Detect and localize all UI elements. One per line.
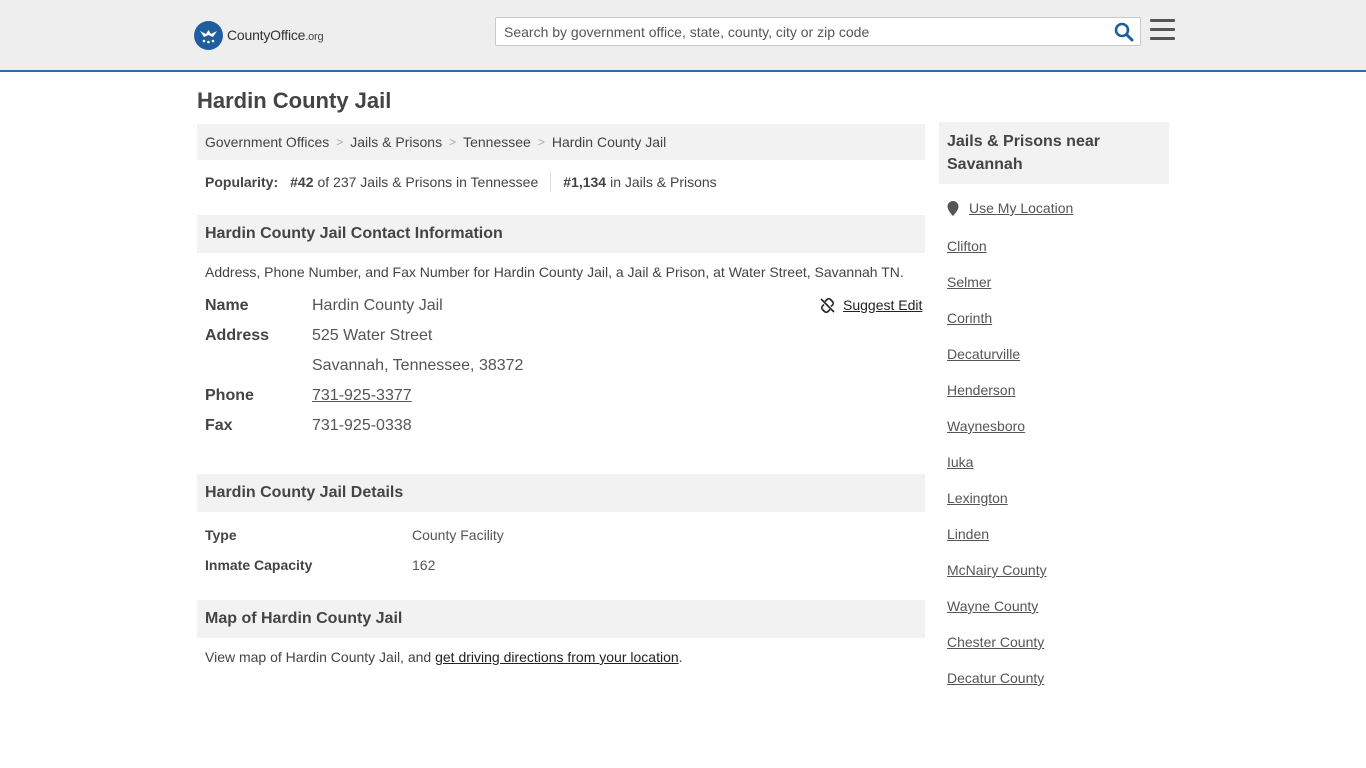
nearby-link[interactable]: Henderson [947, 382, 1016, 398]
details-heading: Hardin County Jail Details [197, 474, 925, 512]
breadcrumb-current[interactable]: Hardin County Jail [552, 134, 666, 150]
popularity-divider [550, 172, 552, 192]
list-item: McNairy County [947, 560, 1047, 596]
breadcrumb: Government Offices > Jails & Prisons > T… [197, 124, 925, 160]
nearby-link[interactable]: Decaturville [947, 346, 1020, 362]
list-item: Chester County [947, 632, 1047, 668]
list-item: Corinth [947, 308, 1047, 344]
use-my-location-label: Use My Location [969, 200, 1074, 216]
detail-row-capacity: Inmate Capacity 162 [205, 555, 435, 575]
state-rank-text: of 237 Jails & Prisons in Tennessee [317, 174, 539, 190]
address-line2: Savannah, Tennessee, 38372 [312, 357, 524, 374]
breadcrumb-tennessee[interactable]: Tennessee [463, 134, 531, 150]
chevron-right-icon: > [537, 135, 545, 149]
contact-row-fax: Fax 731-925-0338 [205, 415, 412, 437]
type-label: Type [205, 527, 237, 543]
list-item: Selmer [947, 272, 1047, 308]
search-input[interactable] [496, 18, 1106, 45]
nearby-link[interactable]: McNairy County [947, 562, 1047, 578]
national-rank: #1,134 [563, 174, 607, 190]
search-bar [495, 17, 1141, 46]
logo-wordmark: CountyOffice.org [227, 27, 324, 43]
state-rank: #42 [290, 174, 314, 190]
contact-row-address: Address 525 Water Street [205, 325, 432, 347]
chevron-right-icon: > [336, 135, 344, 149]
logo-tld-text: .org [305, 31, 324, 43]
nearby-link[interactable]: Iuka [947, 454, 973, 470]
fax-label: Fax [205, 417, 233, 434]
fax-value: 731-925-0338 [312, 417, 412, 434]
national-rank-text: in Jails & Prisons [610, 174, 717, 190]
search-button[interactable] [1114, 22, 1134, 42]
broken-link-icon [820, 297, 835, 313]
popularity-bar: Popularity: #42 of 237 Jails & Prisons i… [205, 172, 717, 192]
list-item: Linden [947, 524, 1047, 560]
hamburger-menu-icon[interactable] [1150, 19, 1175, 41]
suggest-edit-link[interactable]: Suggest Edit [820, 297, 922, 313]
contact-heading: Hardin County Jail Contact Information [197, 215, 925, 253]
nearby-link[interactable]: Linden [947, 526, 989, 542]
list-item: Decaturville [947, 344, 1047, 380]
breadcrumb-government-offices[interactable]: Government Offices [205, 134, 329, 150]
phone-label: Phone [205, 387, 254, 404]
nearby-link[interactable]: Clifton [947, 238, 987, 254]
nearby-link[interactable]: Wayne County [947, 598, 1038, 614]
list-item: Iuka [947, 452, 1047, 488]
capacity-value: 162 [412, 557, 436, 573]
logo-main-text: CountyOffice [227, 27, 306, 43]
type-value: County Facility [412, 527, 504, 543]
contact-row-phone: Phone 731-925-3377 [205, 385, 412, 407]
map-pin-icon [947, 200, 959, 216]
list-item: Waynesboro [947, 416, 1047, 452]
nearby-list: Clifton Selmer Corinth Decaturville Hend… [947, 236, 1047, 704]
page-title: Hardin County Jail [197, 88, 392, 113]
list-item: Clifton [947, 236, 1047, 272]
map-heading: Map of Hardin County Jail [197, 600, 925, 638]
list-item: Wayne County [947, 596, 1047, 632]
sidebar-heading: Jails & Prisons near Savannah [939, 122, 1169, 184]
detail-row-type: Type County Facility [205, 525, 504, 545]
map-description: View map of Hardin County Jail, and get … [205, 649, 683, 665]
address-label: Address [205, 327, 270, 344]
suggest-edit-label: Suggest Edit [843, 297, 923, 313]
list-item: Henderson [947, 380, 1047, 416]
nearby-link[interactable]: Chester County [947, 634, 1044, 650]
contact-row-name: Name Hardin County Jail [205, 295, 443, 317]
map-desc-suffix: . [678, 649, 683, 665]
nearby-link[interactable]: Selmer [947, 274, 991, 290]
site-header: CountyOffice.org [0, 0, 1366, 72]
use-my-location-link[interactable]: Use My Location [947, 200, 1073, 216]
nearby-link[interactable]: Decatur County [947, 670, 1044, 686]
list-item: Decatur County [947, 668, 1047, 704]
site-logo[interactable]: CountyOffice.org [194, 20, 324, 50]
list-item: Lexington [947, 488, 1047, 524]
search-icon [1114, 22, 1134, 42]
nearby-link[interactable]: Waynesboro [947, 418, 1025, 434]
contact-row-address-2: Savannah, Tennessee, 38372 [205, 355, 523, 377]
eagle-seal-icon [194, 20, 223, 50]
map-desc-prefix: View map of Hardin County Jail, and [205, 649, 436, 665]
breadcrumb-jails-prisons[interactable]: Jails & Prisons [350, 134, 442, 150]
phone-link[interactable]: 731-925-3377 [312, 387, 412, 405]
chevron-right-icon: > [449, 135, 457, 149]
driving-directions-link[interactable]: get driving directions from your locatio… [435, 649, 679, 665]
capacity-label: Inmate Capacity [205, 557, 313, 573]
popularity-label: Popularity: [205, 174, 279, 190]
name-label: Name [205, 297, 249, 314]
nearby-link[interactable]: Corinth [947, 310, 992, 326]
nearby-link[interactable]: Lexington [947, 490, 1008, 506]
contact-description: Address, Phone Number, and Fax Number fo… [205, 264, 904, 280]
name-value: Hardin County Jail [312, 297, 443, 314]
address-line1: 525 Water Street [312, 327, 433, 344]
